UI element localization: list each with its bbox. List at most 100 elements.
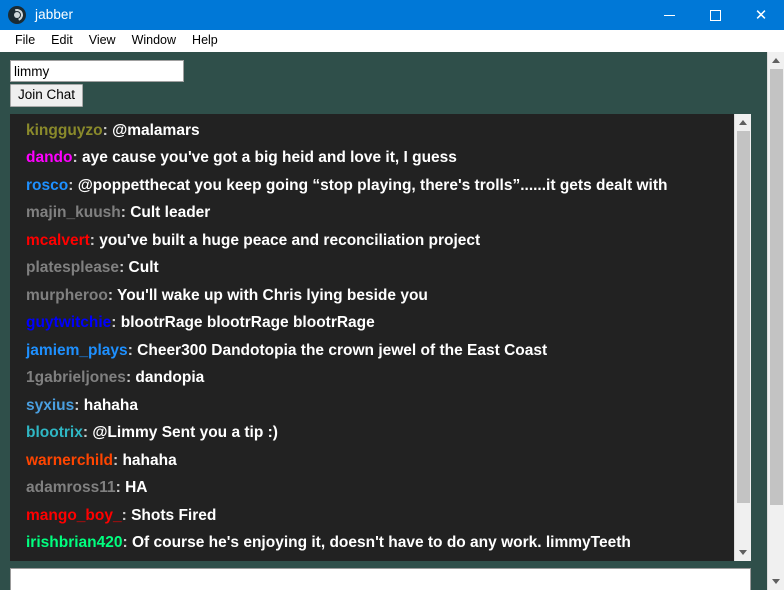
chat-message-list: kingguyzo: @malamars dando: aye cause you… [10, 113, 734, 561]
chat-message-text: you've built a huge peace and reconcilia… [99, 231, 481, 249]
chat-message-text: HA [125, 479, 148, 497]
chat-message: 1gabrieljones: dandopia [10, 364, 734, 392]
chat-message: majin_kuush: Cult leader [10, 199, 734, 227]
app-window: jabber ✕ File Edit View Window Help Join… [0, 0, 784, 590]
chat-message-separator: : [127, 341, 138, 359]
chevron-up-icon [739, 119, 747, 125]
chat-message-author[interactable]: blootrix [26, 424, 83, 441]
chat-message-text: You'll wake up with Chris lying beside y… [117, 286, 428, 304]
menu-item-file[interactable]: File [7, 32, 43, 50]
chat-message-author[interactable]: murpheroo [26, 287, 108, 304]
chat-message-text: blootrRage blootrRage blootrRage [120, 314, 375, 332]
chat-message: mcalvert: you've built a huge peace and … [10, 227, 734, 255]
chat-message: blootrix: @Limmy Sent you a tip :) [10, 419, 734, 447]
chat-message-text: @poppetthecat you keep going “stop playi… [77, 176, 668, 194]
menu-item-edit[interactable]: Edit [43, 32, 81, 50]
window-title: jabber [35, 7, 74, 22]
minimize-button[interactable] [646, 0, 692, 30]
chat-message-separator: : [68, 176, 78, 194]
chat-message: mango_boy_: Shots Fired [10, 502, 734, 530]
chat-message: kingguyzo: @malamars [10, 117, 734, 145]
chat-message: platesplease: Cult [10, 254, 734, 282]
chat-scroll-up-button[interactable] [735, 113, 751, 131]
message-input[interactable] [10, 567, 751, 590]
app-swirl-icon [8, 6, 26, 24]
chat-message-text: Cheer300 Dandotopia the crown jewel of t… [137, 341, 548, 359]
chat-message-separator: : [120, 204, 131, 222]
chat-message-author[interactable]: majin_kuush [26, 204, 121, 221]
chat-message-author[interactable]: rosco [26, 177, 68, 194]
chat-message-separator: : [74, 396, 84, 414]
chat-message-separator: : [72, 149, 82, 167]
menubar: File Edit View Window Help [0, 30, 784, 52]
chat-message-author[interactable]: syxius [26, 397, 74, 414]
chevron-up-icon [772, 58, 780, 63]
chat-message: murpheroo: You'll wake up with Chris lyi… [10, 282, 734, 310]
chat-message: adamross11: HA [10, 474, 734, 502]
chat-message-separator: : [125, 369, 136, 387]
chat-message-separator: : [102, 121, 113, 139]
chat-message-text: dandopia [135, 369, 205, 387]
chevron-down-icon [772, 579, 780, 584]
chat-message-text: @malamars [112, 121, 200, 139]
chat-message: dando: aye cause you've got a big heid a… [10, 144, 734, 172]
chat-message-author[interactable]: 1gabrieljones [26, 369, 126, 386]
chat-message: irishbrian420: Of course he's enjoying i… [10, 529, 734, 557]
window-scroll-up-button[interactable] [768, 52, 784, 69]
chat-message-separator: : [111, 314, 121, 332]
titlebar: jabber ✕ [0, 0, 784, 30]
chat-message-author[interactable]: mcalvert [26, 232, 90, 249]
chat-message-separator: : [122, 534, 132, 552]
chat-message-author[interactable]: jamiem_plays [26, 342, 128, 359]
chat-message-separator: : [89, 231, 100, 249]
chat-message-author[interactable]: platesplease [26, 259, 119, 276]
maximize-icon [709, 9, 721, 21]
menu-item-help[interactable]: Help [184, 32, 226, 50]
window-scroll-down-button[interactable] [768, 573, 784, 590]
window-scroll-track[interactable] [768, 69, 784, 573]
window-scroll-thumb[interactable] [770, 69, 783, 505]
chat-message-author[interactable]: guytwitchie [26, 314, 111, 331]
chat-message-text: @Limmy Sent you a tip :) [92, 424, 278, 442]
chat-message-text: Cult [128, 259, 159, 277]
chat-message-separator: : [119, 259, 129, 277]
channel-input[interactable] [10, 60, 184, 82]
chat-message-separator: : [107, 286, 118, 304]
chat-message-separator: : [115, 479, 126, 497]
chat-message: rosco: @poppetthecat you keep going “sto… [10, 172, 734, 200]
chat-message: jamiem_plays: Cheer300 Dandotopia the cr… [10, 337, 734, 365]
chat-message-author[interactable]: warnerchild [26, 452, 113, 469]
chat-message-text: Of course he's enjoying it, doesn't have… [131, 534, 631, 552]
chat-message-author[interactable]: adamross11 [26, 479, 116, 496]
chat-scroll-track[interactable] [735, 130, 751, 544]
page-content: Join Chat kingguyzo: @malamarsdando: aye… [0, 52, 767, 590]
join-chat-button[interactable]: Join Chat [10, 84, 84, 107]
chat-scroll-down-button[interactable] [735, 543, 751, 561]
chat-message: fizzymint_: "Limmytopia" [10, 557, 734, 561]
maximize-button[interactable] [692, 0, 738, 30]
window-scrollbar[interactable] [767, 52, 784, 590]
chat-message-author[interactable]: kingguyzo [26, 122, 103, 139]
chat-message: syxius: hahaha [10, 392, 734, 420]
chevron-down-icon [739, 549, 747, 555]
chat-message-text: aye cause you've got a big heid and love… [81, 149, 457, 167]
minimize-icon [663, 14, 675, 16]
chat-message-author[interactable]: dando [26, 149, 73, 166]
close-button[interactable]: ✕ [738, 0, 784, 30]
menu-item-view[interactable]: View [81, 32, 124, 50]
chat-message-author[interactable]: mango_boy_ [26, 507, 122, 524]
chat-message-text: Cult leader [130, 204, 211, 222]
chat-message-separator: : [82, 424, 93, 442]
chat-scroll-thumb[interactable] [737, 130, 750, 503]
chat-message: warnerchild: hahaha [10, 447, 734, 475]
chat-message-text: hahaha [83, 396, 138, 414]
page-body: Join Chat kingguyzo: @malamarsdando: aye… [0, 52, 784, 590]
menu-item-window[interactable]: Window [124, 32, 184, 50]
chat-message: guytwitchie: blootrRage blootrRage bloot… [10, 309, 734, 337]
chat-message-separator: : [121, 506, 132, 524]
chat-message-author[interactable]: irishbrian420 [26, 534, 123, 551]
window-controls: ✕ [646, 0, 784, 30]
chat-message-text: hahaha [122, 451, 177, 469]
close-icon: ✕ [754, 5, 768, 24]
chat-scrollbar[interactable] [734, 113, 751, 561]
